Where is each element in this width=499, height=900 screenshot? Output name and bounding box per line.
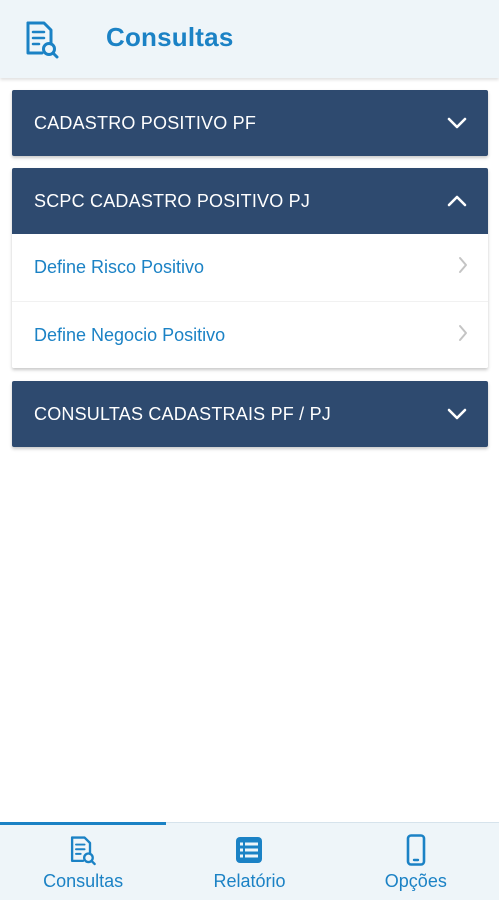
tab-label: Relatório: [213, 871, 286, 891]
bottom-navigation: Consultas Relatório Opções: [0, 822, 499, 900]
document-search-icon: [69, 833, 97, 867]
accordion-header-cadastro-positivo-pf[interactable]: CADASTRO POSITIVO PF: [12, 90, 488, 156]
accordion-cadastro-positivo-pf: CADASTRO POSITIVO PF: [12, 90, 488, 156]
page-title: Consultas: [106, 22, 234, 52]
accordion-title: CONSULTAS CADASTRAIS PF / PJ: [34, 403, 331, 424]
chevron-down-icon: [446, 403, 468, 425]
list-icon: [235, 833, 263, 867]
tab-consultas[interactable]: Consultas: [0, 822, 167, 900]
smartphone-icon: [406, 833, 426, 867]
list-item-label: Define Negocio Positivo: [34, 324, 226, 345]
chevron-down-icon: [446, 112, 468, 134]
list-item-label: Define Risco Positivo: [34, 257, 205, 277]
list-item-define-negocio-positivo[interactable]: Define Negocio Positivo: [12, 301, 488, 368]
chevron-right-icon: [458, 324, 468, 347]
app-screen: Consultas CADASTRO POSITIVO PF SCPC CADA…: [0, 0, 499, 900]
chevron-up-icon: [446, 190, 468, 212]
tab-relatorio[interactable]: Relatório: [166, 823, 332, 900]
list-item-define-risco-positivo[interactable]: Define Risco Positivo: [12, 234, 488, 301]
accordion-consultas-cadastrais: CONSULTAS CADASTRAIS PF / PJ: [12, 381, 488, 447]
accordion-header-consultas-cadastrais[interactable]: CONSULTAS CADASTRAIS PF / PJ: [12, 381, 488, 447]
app-header: Consultas: [0, 0, 499, 78]
tab-label: Opções: [384, 871, 447, 891]
tab-label: Consultas: [43, 871, 124, 891]
tab-opcoes[interactable]: Opções: [333, 823, 499, 900]
accordion-scpc-cadastro-positivo-pj: SCPC CADASTRO POSITIVO PJ Define Risco P…: [12, 168, 488, 368]
accordion-title: CADASTRO POSITIVO PF: [34, 112, 257, 133]
chevron-right-icon: [458, 256, 468, 279]
accordion-title: SCPC CADASTRO POSITIVO PJ: [34, 190, 311, 211]
document-search-icon: [24, 19, 60, 59]
accordion-header-scpc-cadastro-positivo-pj[interactable]: SCPC CADASTRO POSITIVO PJ: [12, 168, 488, 234]
